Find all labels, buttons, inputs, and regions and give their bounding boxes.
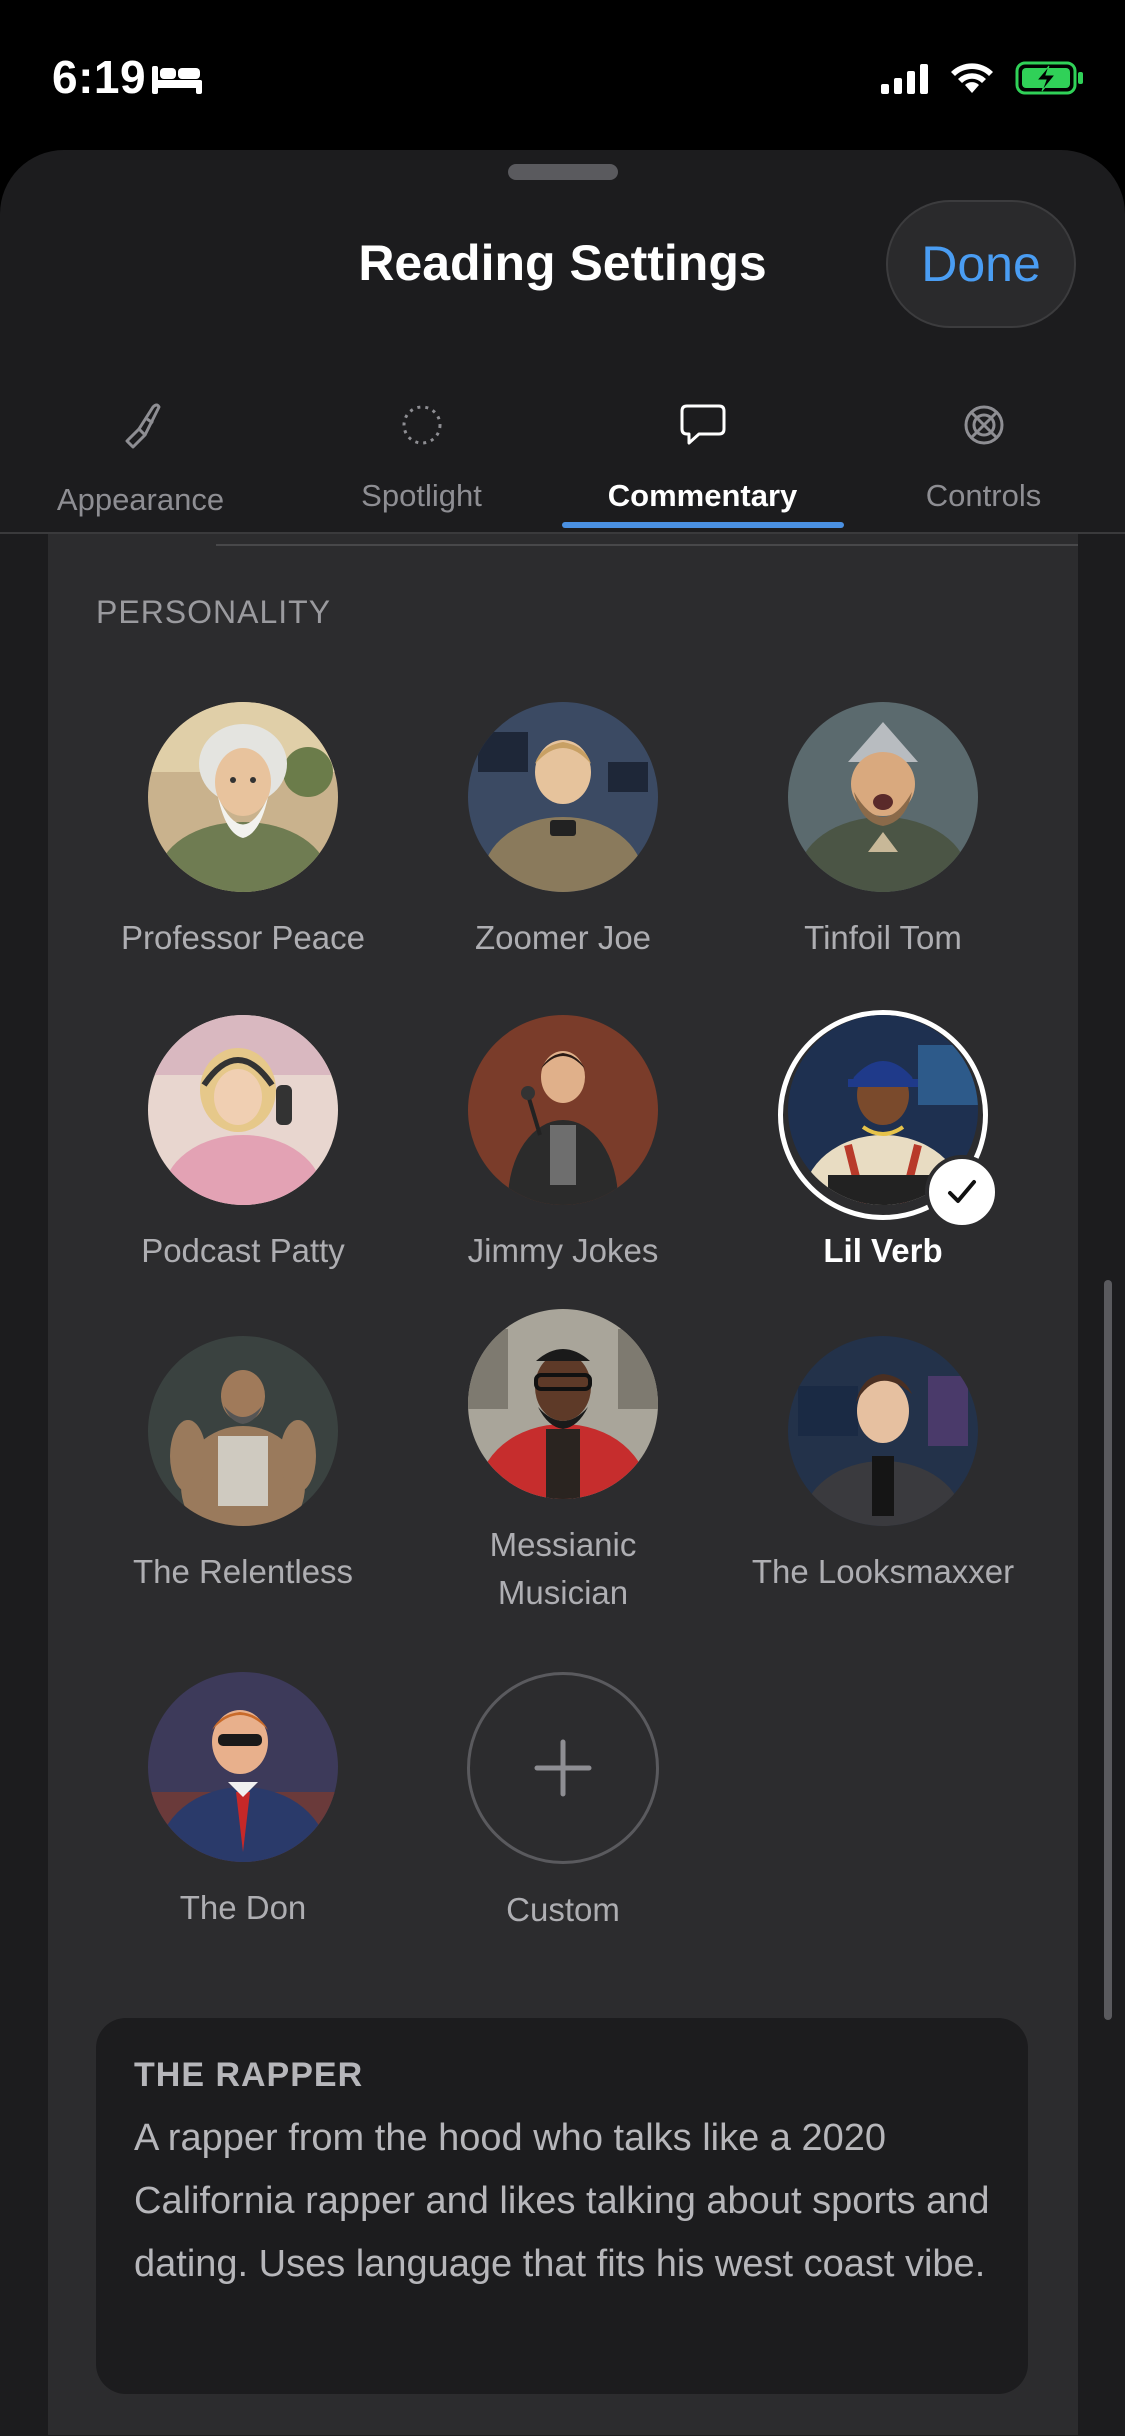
selected-check-icon xyxy=(925,1155,999,1229)
persona-name: Jimmy Jokes xyxy=(467,1232,659,1269)
custom-persona-button[interactable]: Custom xyxy=(403,1672,723,1934)
tab-spotlight[interactable]: Spotlight xyxy=(281,390,562,535)
tab-controls[interactable]: Controls xyxy=(843,390,1124,535)
persona-zoomer-joe[interactable]: Zoomer Joe xyxy=(403,702,723,962)
crossed-circle-icon xyxy=(964,405,1003,445)
paintbrush-icon xyxy=(125,403,160,449)
plus-icon xyxy=(534,1739,592,1797)
tab-bar: Appearance Spotlight Commentary Controls xyxy=(0,390,1125,535)
commentary-panel: PERSONALITY Professor Peace Zoomer Joe T… xyxy=(48,534,1078,2435)
persona-name: The Don xyxy=(179,1889,307,1926)
dotted-circle-icon xyxy=(402,405,441,445)
persona-podcast-patty[interactable]: Podcast Patty xyxy=(83,1015,403,1275)
bodybuilder-avatar xyxy=(148,1336,338,1526)
scrollbar[interactable] xyxy=(1104,1280,1112,2020)
bed-icon xyxy=(152,66,202,94)
section-label: PERSONALITY xyxy=(96,594,332,630)
persona-name: Professor Peace xyxy=(121,919,365,956)
podcaster-avatar xyxy=(148,1015,338,1205)
persona-name: The Looksmaxxer xyxy=(751,1553,1015,1590)
conspiracy-avatar xyxy=(788,702,978,892)
description-title: THE RAPPER xyxy=(134,2056,364,2094)
cellular-signal-icon xyxy=(881,64,928,94)
tab-commentary[interactable]: Commentary xyxy=(562,390,843,535)
looksmaxxer-avatar xyxy=(788,1336,978,1526)
speech-bubble-icon xyxy=(680,404,725,445)
description-text: A rapper from the hood who talks like a … xyxy=(134,2117,990,2285)
persona-name: Messianic Musician xyxy=(489,1526,637,1611)
persona-lil-verb[interactable]: Lil Verb xyxy=(723,1010,1043,1275)
sheet-grabber[interactable] xyxy=(508,164,618,180)
wifi-icon xyxy=(951,63,993,93)
tab-appearance[interactable]: Appearance xyxy=(0,390,281,535)
active-tab-indicator xyxy=(562,522,844,528)
persona-name: Podcast Patty xyxy=(141,1232,345,1269)
persona-name: Zoomer Joe xyxy=(474,919,652,956)
custom-label: Custom xyxy=(506,1891,620,1928)
tab-label: Commentary xyxy=(607,478,798,513)
persona-name: Lil Verb xyxy=(823,1232,943,1269)
persona-professor-peace[interactable]: Professor Peace xyxy=(83,702,403,962)
comedian-avatar xyxy=(468,1015,658,1205)
status-bar: 6:19 xyxy=(0,0,1125,150)
persona-messianic-musician[interactable]: Messianic Musician xyxy=(403,1309,723,1617)
wise-elder-avatar xyxy=(148,702,338,892)
tab-label: Controls xyxy=(925,478,1042,513)
persona-tinfoil-tom[interactable]: Tinfoil Tom xyxy=(723,702,1043,962)
musician-avatar xyxy=(468,1309,658,1499)
tab-label: Spotlight xyxy=(361,478,482,513)
battery-charging-icon xyxy=(1015,61,1083,95)
status-time: 6:19 xyxy=(52,51,147,103)
persona-the-don[interactable]: The Don xyxy=(83,1672,403,1932)
persona-description-card: THE RAPPER A rapper from the hood who ta… xyxy=(96,2018,1028,2394)
add-custom-circle[interactable] xyxy=(467,1672,659,1864)
done-button[interactable]: Done xyxy=(886,200,1076,328)
persona-name: Tinfoil Tom xyxy=(804,919,962,956)
divider xyxy=(216,544,1078,546)
persona-name: The Relentless xyxy=(132,1553,354,1590)
politician-avatar xyxy=(148,1672,338,1862)
persona-the-looksmaxxer[interactable]: The Looksmaxxer xyxy=(723,1336,1043,1596)
gamer-avatar xyxy=(468,702,658,892)
persona-the-relentless[interactable]: The Relentless xyxy=(83,1336,403,1596)
persona-jimmy-jokes[interactable]: Jimmy Jokes xyxy=(403,1015,723,1275)
tab-label: Appearance xyxy=(56,482,225,517)
